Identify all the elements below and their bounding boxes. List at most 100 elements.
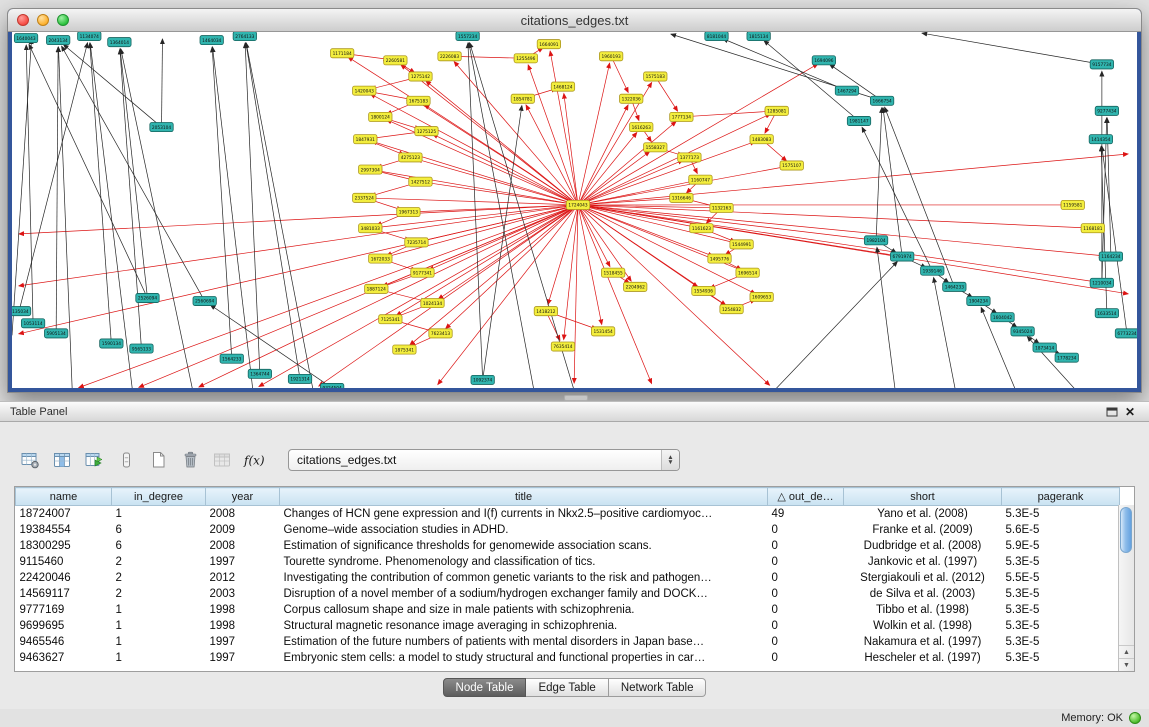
scrollbar-thumb[interactable] [1120,507,1132,553]
network-node[interactable]: 1777134 [670,112,693,121]
network-node[interactable]: 1564233 [220,354,243,363]
zoom-button[interactable] [57,14,69,26]
column-header-short[interactable]: short [844,488,1002,506]
network-node[interactable]: 1418212 [534,307,557,316]
scroll-up-icon[interactable]: ▲ [1119,645,1134,658]
network-node[interactable]: 1483083 [750,135,773,144]
window-titlebar[interactable]: citations_edges.txt [8,9,1141,32]
network-node[interactable]: 1558327 [644,143,667,152]
network-node[interactable]: 1633514 [1095,309,1118,318]
network-node[interactable]: 1168181 [1081,224,1104,233]
network-node[interactable]: 9177341 [411,268,434,277]
network-node[interactable]: 2260581 [384,56,407,65]
network-node[interactable]: 1495776 [708,254,731,263]
network-node[interactable]: 1171184 [330,49,353,58]
close-panel-icon[interactable]: ✕ [1121,404,1139,419]
column-header-title[interactable]: title [280,488,768,506]
import-table-icon[interactable] [210,448,234,472]
network-node[interactable]: 2053104 [150,123,173,132]
table-scrollbar[interactable]: ▲ ▼ [1118,505,1134,671]
table-row[interactable]: 1456911722003Disruption of a novel membe… [16,586,1120,602]
network-node[interactable]: 1875341 [393,345,416,354]
table-row[interactable]: 946554611997Estimation of the future num… [16,634,1120,650]
column-header-in-degree[interactable]: in_degree [112,488,206,506]
network-node[interactable]: 4275123 [399,153,422,162]
table-row[interactable]: 946362711997Embryonic stem cells: a mode… [16,650,1120,666]
network-node[interactable]: 1544991 [730,240,753,249]
network-node[interactable]: 1873414 [1033,343,1056,352]
network-node[interactable]: 9157734 [1090,60,1113,69]
network-node[interactable]: 1904234 [967,296,990,305]
delete-icon[interactable] [178,448,202,472]
network-node[interactable]: 1467294 [835,86,858,95]
table-row[interactable]: 977716911998Corpus callosum shape and si… [16,602,1120,618]
tab-network-table[interactable]: Network Table [609,678,707,697]
network-node[interactable]: 1414354 [1089,135,1112,144]
network-node[interactable]: 1377173 [678,153,701,162]
column-header-year[interactable]: year [206,488,280,506]
row-tool-icon[interactable] [114,448,138,472]
new-file-icon[interactable] [146,448,170,472]
network-node[interactable]: 1666754 [870,96,893,105]
network-node[interactable]: 2560694 [193,296,216,305]
network-node[interactable]: 2337524 [353,193,376,202]
table-row[interactable]: 969969511998Structural magnetic resonanc… [16,618,1120,634]
network-node[interactable]: 1854781 [511,94,534,103]
column-header-out-degree[interactable]: △ out_de… [768,488,844,506]
network-node[interactable]: 2204962 [624,282,647,291]
network-node[interactable]: 1921314 [288,374,311,383]
network-node[interactable]: 1161623 [690,224,713,233]
network-node[interactable]: 1960193 [599,52,622,61]
network-node[interactable]: 1518455 [601,268,624,277]
network-node[interactable]: 1800124 [369,112,392,121]
network-node[interactable]: 1464233 [943,282,966,291]
network-node[interactable]: 6773234 [1115,329,1137,338]
table-row[interactable]: 1938455462009Genome–wide association stu… [16,522,1120,538]
network-node[interactable]: 1616263 [630,123,653,132]
network-node[interactable]: 1609653 [750,292,773,301]
network-node[interactable]: 1254832 [720,305,743,314]
network-node[interactable]: 9324504 [320,383,343,388]
network-node[interactable]: 6791974 [890,252,913,261]
minimize-button[interactable] [37,14,49,26]
tab-node-table[interactable]: Node Table [443,678,527,697]
network-node[interactable]: 1696514 [736,268,759,277]
network-node[interactable]: 1285081 [765,106,788,115]
network-node[interactable]: 1420043 [353,86,376,95]
table-row[interactable]: 2242004622012Investigating the contribut… [16,570,1120,586]
network-node[interactable]: 1164234 [1099,252,1122,261]
new-column-icon[interactable] [82,448,106,472]
network-node[interactable]: 1575183 [644,72,667,81]
network-node[interactable]: 1364744 [248,369,271,378]
network-node[interactable]: 1468124 [551,82,574,91]
network-node[interactable]: 2997304 [359,165,382,174]
network-node[interactable]: 1778234 [1055,353,1078,362]
network-node[interactable]: 1815134 [747,32,770,41]
network-node[interactable]: 1316646 [670,193,693,202]
network-node[interactable]: 1847931 [354,135,377,144]
network-node[interactable]: 1159581 [1061,200,1084,209]
network-node[interactable]: 1255496 [514,54,537,63]
table-row[interactable]: 1830029562008Estimation of significance … [16,538,1120,554]
function-builder-icon[interactable]: f(x) [242,448,266,472]
network-node[interactable]: 1967313 [397,207,420,216]
network-node[interactable]: 2764133 [233,32,256,41]
column-header-name[interactable]: name [16,488,112,506]
network-node[interactable]: 9135034 [12,307,31,316]
network-node[interactable]: 7235714 [405,238,428,247]
network-node[interactable]: 9345024 [1011,327,1034,336]
network-node[interactable]: 1575107 [780,161,803,170]
network-node[interactable]: 7635414 [551,342,574,351]
column-header-pagerank[interactable]: pagerank [1002,488,1120,506]
table-row[interactable]: 911546021997Tourette syndrome. Phenomeno… [16,554,1120,570]
network-node[interactable]: 1640043 [14,34,37,43]
table-selector[interactable]: citations_edges.txt ▲▼ [288,449,680,471]
network-node[interactable]: 2226083 [438,52,461,61]
memory-status-led[interactable] [1129,712,1141,724]
network-node[interactable]: 1939146 [921,266,944,275]
network-node[interactable]: 1210034 [1090,278,1113,287]
network-node[interactable]: 1160747 [689,175,712,184]
network-node[interactable]: 1092374 [471,375,494,384]
network-canvas[interactable]: 1724043117118422605811275142142004316751… [12,32,1137,388]
network-node[interactable]: 7125341 [379,315,402,324]
